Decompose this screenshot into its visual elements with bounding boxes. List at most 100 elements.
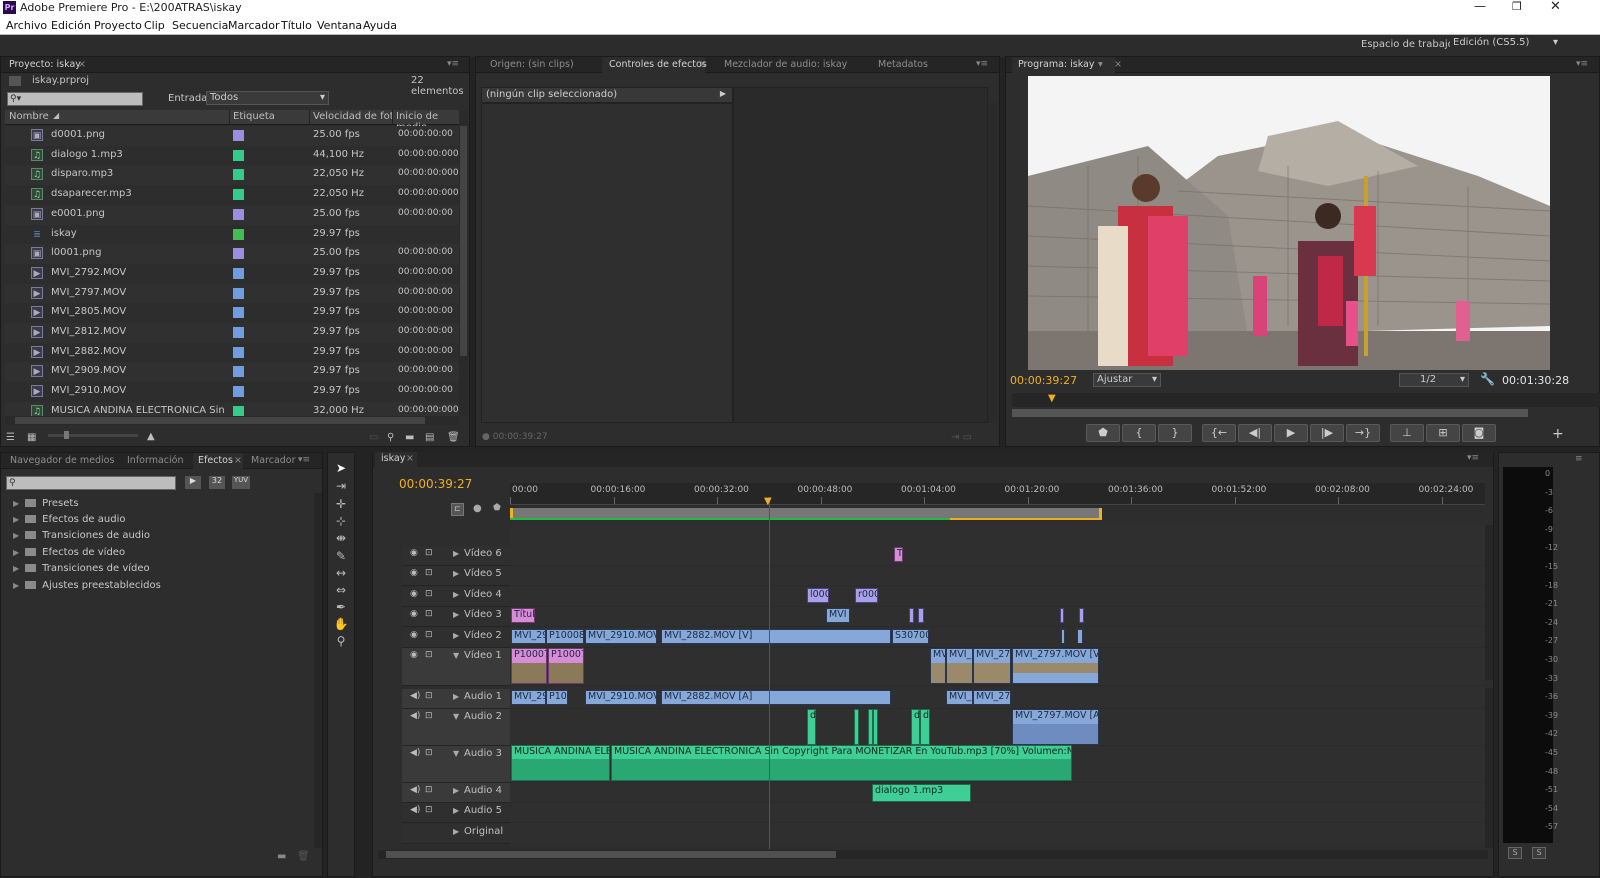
tab-info[interactable]: Información xyxy=(127,455,184,466)
panel-menu-icon[interactable]: ▾≡ xyxy=(976,59,988,69)
eye-icon[interactable]: ◉ xyxy=(410,548,418,558)
close-icon[interactable]: × xyxy=(78,59,86,70)
32bit-badge[interactable]: 32 xyxy=(209,476,225,489)
close-icon[interactable]: × xyxy=(1114,59,1122,70)
folder-video-effects[interactable]: ▶ Efectos de vídeo xyxy=(13,547,125,558)
play-button[interactable]: ▶ xyxy=(1274,424,1308,442)
go-to-out-button[interactable]: →} xyxy=(1346,424,1380,442)
new-bin-icon[interactable]: ▬ xyxy=(405,432,414,443)
new-item-icon[interactable]: ▤ xyxy=(425,432,434,443)
zoom-tool-icon[interactable]: ⚲ xyxy=(333,634,349,650)
clip-v2-mvi29[interactable]: MVI_29 xyxy=(511,629,546,644)
expand-track-icon[interactable]: ▶ xyxy=(453,590,459,599)
expand-track-icon[interactable]: ▶ xyxy=(453,549,459,558)
col-framerate[interactable]: Velocidad de fotog xyxy=(313,111,393,122)
clip-a4-dialogo[interactable]: dialogo 1.mp3 xyxy=(872,784,971,802)
yuv-badge[interactable]: YUV xyxy=(232,476,250,489)
tab-metadata[interactable]: Metadatos xyxy=(878,59,928,70)
label-color-chip[interactable] xyxy=(233,346,244,358)
expand-track-icon[interactable]: ▼ xyxy=(453,749,459,758)
add-button-icon[interactable]: + xyxy=(1552,426,1564,442)
label-color-chip[interactable] xyxy=(233,149,244,161)
clip-a2-mvi2797[interactable]: MVI_2797.MOV [A] xyxy=(1012,709,1099,745)
col-label[interactable]: Etiqueta xyxy=(233,111,275,122)
resolution-select[interactable]: 1/2 ▾ xyxy=(1399,373,1469,387)
playhead-icon[interactable]: ▼ xyxy=(1048,393,1056,404)
panel-menu-icon[interactable]: ▾≡ xyxy=(1467,453,1479,463)
extract-button[interactable]: ⊞ xyxy=(1426,424,1460,442)
panel-menu-icon[interactable]: ≡ xyxy=(1575,454,1583,464)
filter-select[interactable]: Todos ▾ xyxy=(206,91,329,105)
wrench-icon[interactable]: 🔧 xyxy=(1480,372,1495,386)
add-marker-button[interactable]: ⬟ xyxy=(1086,424,1120,442)
workspace-select[interactable]: Edición (CS5.5) ▾ xyxy=(1450,37,1560,52)
expand-track-icon[interactable]: ▶ xyxy=(453,806,459,815)
clip-v4-r000[interactable]: r000 xyxy=(855,588,878,603)
add-marker-icon[interactable]: ⬟ xyxy=(493,503,501,513)
lift-button[interactable]: ⊥ xyxy=(1390,424,1424,442)
panel-menu-icon[interactable]: ▾≡ xyxy=(1576,59,1588,69)
clip-a1-mvi279[interactable]: MVI_279 xyxy=(973,690,1011,705)
label-color-chip[interactable] xyxy=(233,386,244,398)
mark-out-button[interactable]: } xyxy=(1158,424,1192,442)
tab-program[interactable]: Programa: iskay xyxy=(1018,59,1095,70)
sync-lock-icon[interactable]: ⊡ xyxy=(425,711,433,721)
project-item[interactable]: ▶ MVI_2910.MOV 29.97 fps 00:00:00:00 xyxy=(5,382,459,403)
playhead-icon[interactable]: ▼ xyxy=(764,496,772,507)
sync-lock-icon[interactable]: ⊡ xyxy=(425,650,433,660)
clip-a1-mvi[interactable]: MVI_ xyxy=(946,690,973,705)
speaker-icon[interactable]: ◀) xyxy=(410,785,420,795)
triangle-right-icon[interactable]: ▶ xyxy=(720,89,726,98)
close-icon[interactable]: × xyxy=(699,59,707,70)
snap-icon[interactable]: ⊏ xyxy=(451,503,464,516)
clip-v3-small-4[interactable] xyxy=(1079,608,1084,623)
video-vertical-scrollbar[interactable] xyxy=(1485,525,1493,680)
mark-in-button[interactable]: { xyxy=(1122,424,1156,442)
menu-ayuda[interactable]: Ayuda xyxy=(363,19,397,32)
tab-markers[interactable]: Marcador xyxy=(251,455,296,466)
clip-a1-mvi2882[interactable]: MVI_2882.MOV [A] xyxy=(661,690,891,705)
menu-secuencia[interactable]: Secuencia xyxy=(172,19,228,32)
maximize-icon[interactable]: ❐ xyxy=(1512,0,1522,13)
clip-a3-music-2[interactable]: MÚSICA ANDINA ELECTRÓNICA Sin Copyright … xyxy=(611,745,1072,781)
zoom-scrollbar[interactable] xyxy=(1012,409,1528,417)
automate-icon[interactable]: ▲ xyxy=(147,431,155,442)
panel-menu-icon[interactable]: ▾≡ xyxy=(298,455,310,465)
menu-clip[interactable]: Clip xyxy=(144,19,165,32)
clip-v2-mvi2910[interactable]: MVI_2910.MOV xyxy=(585,629,657,644)
time-ruler[interactable]: 00:00 00:00:16:00 00:00:32:00 00:00:48:00 00… xyxy=(510,483,1485,505)
pen-tool-icon[interactable]: ✒ xyxy=(333,600,349,616)
col-name[interactable]: Nombre xyxy=(9,111,49,122)
label-color-chip[interactable] xyxy=(233,327,244,338)
folder-audio-transitions[interactable]: ▶ Transiciones de audio xyxy=(13,530,150,541)
clip-a2-sfx3[interactable] xyxy=(873,709,878,745)
clip-v3-title[interactable]: Títul xyxy=(511,608,535,623)
effects-search-input[interactable]: ⚲ xyxy=(6,476,176,490)
tab-project[interactable]: Proyecto: iskay xyxy=(9,59,81,70)
project-item[interactable]: ▣ l0001.png 25.00 fps 00:00:00:00 xyxy=(5,244,459,265)
new-bin-icon[interactable]: ▬ xyxy=(277,851,286,862)
project-item[interactable]: ▣ e0001.png 25.00 fps 00:00:00:00 xyxy=(5,204,459,225)
speaker-icon[interactable]: ◀) xyxy=(410,748,420,758)
expand-track-icon[interactable]: ▶ xyxy=(453,631,459,640)
chevron-down-icon[interactable]: ▾ xyxy=(1098,59,1103,70)
sync-lock-icon[interactable]: ⊡ xyxy=(425,805,433,815)
rate-stretch-tool-icon[interactable]: ⇼ xyxy=(333,531,349,547)
solo-button[interactable]: S xyxy=(1532,847,1546,859)
camera-icon[interactable]: ◙ xyxy=(1462,424,1496,442)
project-item[interactable]: ≣ iskay 29.97 fps xyxy=(5,224,459,245)
menu-edicion[interactable]: Edición xyxy=(51,19,91,32)
vertical-scrollbar[interactable] xyxy=(314,493,322,848)
clip-v3-small-2[interactable] xyxy=(918,608,924,623)
label-color-chip[interactable] xyxy=(233,248,244,260)
clip-v2-small[interactable] xyxy=(1061,629,1065,644)
eye-icon[interactable]: ◉ xyxy=(410,630,418,640)
project-item[interactable]: ▶ MVI_2797.MOV 29.97 fps 00:00:00:00 xyxy=(5,283,459,304)
project-item[interactable]: ▣ d0001.png 25.00 fps 00:00:00:00 xyxy=(5,126,459,146)
speaker-icon[interactable]: ◀) xyxy=(410,691,420,701)
marker-icon[interactable]: ● xyxy=(473,503,482,514)
clip-a1-mvi29[interactable]: MVI_29 xyxy=(511,690,546,705)
clip-v6-title[interactable]: T xyxy=(894,547,903,562)
tab-effects[interactable]: Efectos xyxy=(198,455,233,466)
ripple-edit-tool-icon[interactable]: ✛ xyxy=(333,497,349,513)
